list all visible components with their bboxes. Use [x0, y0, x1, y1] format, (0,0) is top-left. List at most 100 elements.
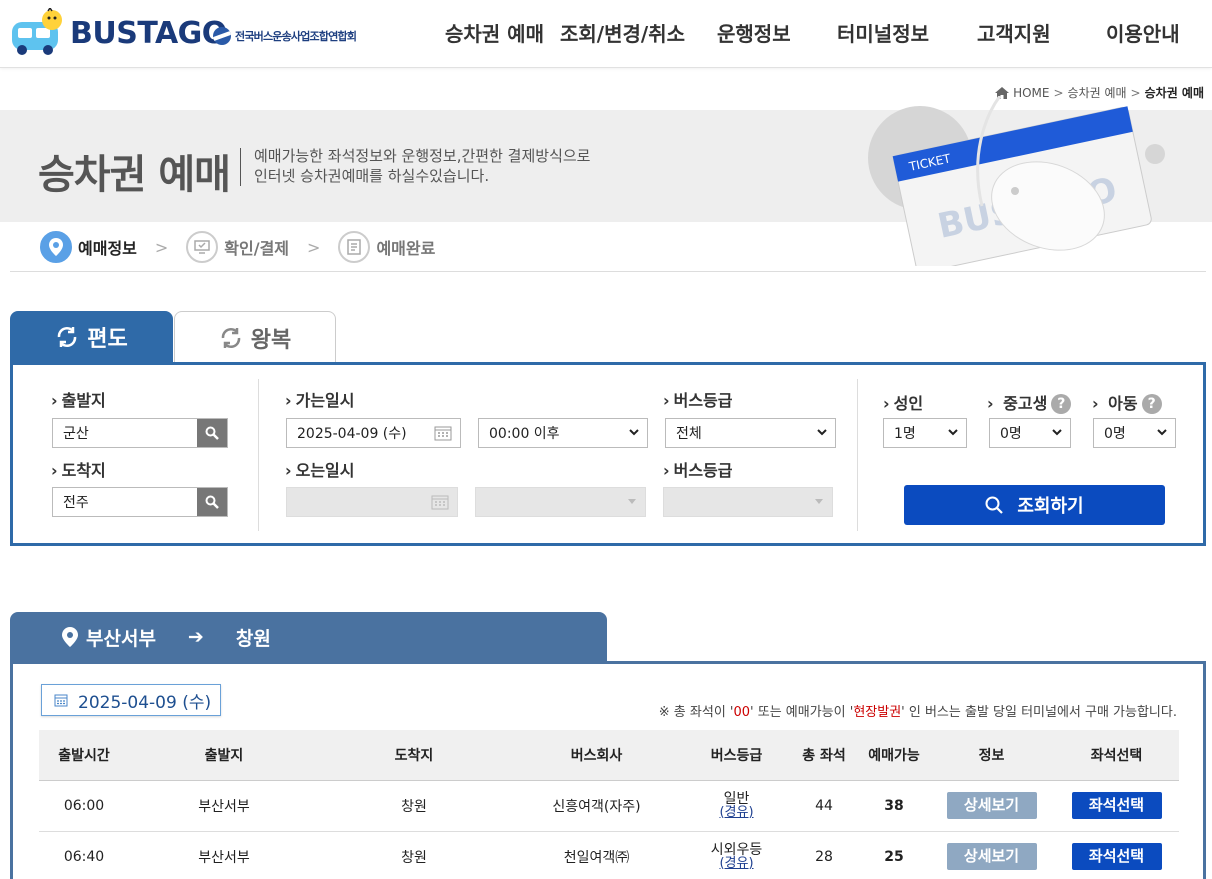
- chevron-right-icon: >: [307, 237, 321, 257]
- search-button[interactable]: 조회하기: [904, 485, 1165, 525]
- banner-divider: [240, 148, 241, 186]
- departure-value: 군산: [63, 426, 89, 442]
- go-date-input[interactable]: 2025-04-09 (수): [286, 418, 461, 448]
- nav-ticket-reservation[interactable]: 승차권 예매: [445, 18, 544, 47]
- calendar-icon: [431, 495, 449, 510]
- return-bus-grade-label: 버스등급: [663, 457, 733, 481]
- chevron-down-icon: [948, 429, 958, 436]
- search-icon[interactable]: [197, 419, 227, 447]
- teen-label: 중고생?: [987, 390, 1072, 414]
- arrival-terminal: 창원: [319, 780, 509, 832]
- bus-grade-select[interactable]: 전체: [665, 418, 836, 448]
- reservation-steps: 예매정보 > 확인/결제 > 예매완료: [40, 231, 435, 263]
- route-header: 부산서부 ➔ 창원: [10, 612, 607, 662]
- column-header: 도착지: [319, 730, 509, 781]
- arrival-label: 도착지: [51, 457, 106, 481]
- chevron-down-icon: [817, 429, 827, 436]
- nav-lookup-change-cancel[interactable]: 조회/변경/취소: [560, 18, 685, 47]
- go-time-value: 00:00 이후: [489, 426, 560, 442]
- step-booking-info: 예매정보: [40, 231, 137, 263]
- seat-select-button[interactable]: 좌석선택: [1071, 843, 1162, 870]
- search-button-label: 조회하기: [1017, 496, 1084, 517]
- main-navigation: 승차권 예매 조회/변경/취소 운행정보 터미널정보 고객지원 이용안내: [0, 18, 1212, 48]
- column-header: 버스등급: [684, 730, 789, 781]
- departure-terminal: 부산서부: [129, 831, 319, 879]
- result-date: 2025-04-09 (수): [78, 692, 212, 713]
- chevron-down-icon: [629, 429, 639, 436]
- total-seats: 28: [789, 831, 859, 879]
- grade-route-link[interactable]: (경유): [684, 805, 789, 820]
- seat-select-button[interactable]: 좌석선택: [1071, 792, 1162, 819]
- nav-terminal-info[interactable]: 터미널정보: [837, 18, 929, 47]
- notice-text: ' 인 버스는 출발 당일 터미널에서 구매 가능합니다.: [901, 705, 1177, 720]
- site-header: BUSTAGO 전국버스운송사업조합연합회 승차권 예매 조회/변경/취소 운행…: [0, 0, 1212, 68]
- departure-label: 출발지: [51, 387, 106, 411]
- table-header-row: 출발시간 출발지 도착지 버스회사 버스등급 총 좌석 예매가능 정보 좌석선택: [39, 730, 1179, 781]
- bus-grade-value: 전체: [676, 426, 702, 442]
- table-row: 06:00 부산서부 창원 신흥여객(자주) 일반 (경유) 44 38 상세보기…: [39, 780, 1179, 832]
- column-divider: [857, 379, 858, 531]
- nav-operation-info[interactable]: 운행정보: [717, 18, 791, 47]
- return-time-select[interactable]: [475, 487, 646, 517]
- adult-count-select[interactable]: 1명: [883, 418, 967, 448]
- select-cell: 좌석선택: [1054, 831, 1179, 879]
- return-date-label: 오는일시: [285, 457, 355, 481]
- bus-company: 신흥여객(자주): [509, 780, 684, 832]
- chevron-right-icon: >: [154, 237, 169, 257]
- steps-divider: [10, 271, 1206, 272]
- child-count-select[interactable]: 0명: [1093, 418, 1176, 448]
- bus-grade-label: 버스등급: [663, 387, 733, 411]
- help-icon[interactable]: ?: [1141, 394, 1162, 414]
- available-seats: 25: [859, 831, 929, 879]
- arrival-terminal: 창원: [319, 831, 509, 879]
- adult-label-text: 성인: [893, 394, 924, 413]
- detail-button[interactable]: 상세보기: [946, 792, 1037, 819]
- notice-text: ' 또는 예매가능이 ': [750, 705, 854, 720]
- caret-down-icon: [815, 499, 823, 504]
- search-form: 출발지 군산 도착지 전주 가는일시 2025-04-09 (수) 00:00 …: [10, 362, 1206, 546]
- departure-input[interactable]: 군산: [52, 418, 228, 448]
- column-header: 버스회사: [509, 730, 684, 781]
- arrow-right-icon: ➔: [187, 626, 204, 648]
- grade-route-link[interactable]: (경유): [684, 856, 789, 871]
- grade-name: 일반: [723, 790, 750, 807]
- column-header: 총 좌석: [789, 730, 859, 781]
- document-icon: [338, 231, 371, 263]
- chevron-down-icon: [1052, 429, 1062, 436]
- select-cell: 좌석선택: [1054, 780, 1179, 832]
- adult-count-value: 1명: [894, 426, 916, 442]
- grade-name: 시외우등: [710, 841, 763, 858]
- teen-count-select[interactable]: 0명: [989, 418, 1071, 448]
- return-bus-grade-select[interactable]: [663, 487, 833, 517]
- go-date-value: 2025-04-09 (수): [297, 426, 407, 442]
- caret-down-icon: [628, 499, 636, 504]
- arrival-input[interactable]: 전주: [52, 487, 228, 517]
- search-icon[interactable]: [197, 488, 227, 516]
- calendar-icon[interactable]: [434, 425, 452, 441]
- teen-count-value: 0명: [1000, 426, 1022, 442]
- tab-label: 편도: [87, 327, 128, 352]
- route-from: 부산서부: [86, 627, 156, 650]
- nav-customer-support[interactable]: 고객지원: [977, 18, 1051, 47]
- return-date-input[interactable]: [286, 487, 458, 517]
- arrival-value: 전주: [63, 495, 89, 511]
- child-count-value: 0명: [1104, 426, 1126, 442]
- result-date-badge: 2025-04-09 (수): [41, 684, 221, 716]
- help-icon[interactable]: ?: [1051, 394, 1072, 414]
- detail-button[interactable]: 상세보기: [946, 843, 1037, 870]
- go-time-select[interactable]: 00:00 이후: [478, 418, 648, 448]
- step-label: 확인/결제: [224, 239, 290, 258]
- column-header: 예매가능: [859, 730, 929, 781]
- banner-desc-line: 예매가능한 좌석정보와 운행정보,간편한 결제방식으로: [254, 147, 591, 165]
- banner-description: 예매가능한 좌석정보와 운행정보,간편한 결제방식으로 인터넷 승차권예매를 하…: [254, 146, 590, 186]
- chevron-down-icon: [1157, 429, 1167, 436]
- notice-text: ※ 총 좌석이 ': [658, 705, 734, 720]
- tab-oneway[interactable]: 편도: [10, 311, 173, 363]
- adult-label: 성인: [883, 390, 923, 414]
- nav-usage-guide[interactable]: 이용안내: [1106, 18, 1180, 47]
- tab-roundtrip[interactable]: 왕복: [174, 311, 336, 363]
- child-label: 아동?: [1092, 390, 1162, 414]
- column-header: 정보: [929, 730, 1054, 781]
- column-header: 출발지: [129, 730, 319, 781]
- step-complete: 예매완료: [338, 231, 435, 263]
